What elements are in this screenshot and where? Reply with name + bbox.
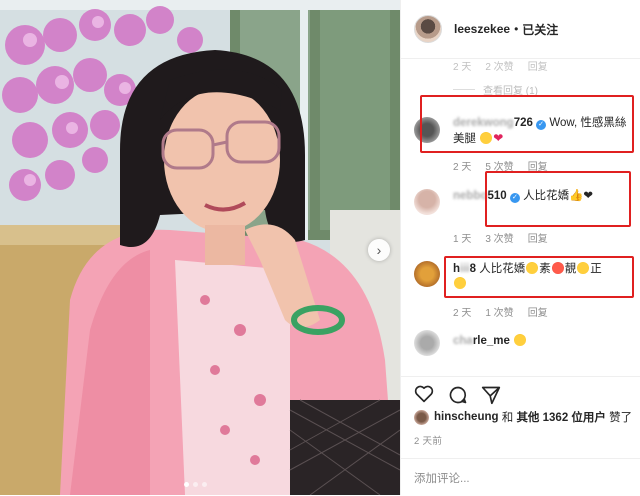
comment-bubble-icon[interactable] bbox=[448, 385, 468, 405]
comment-meta-previous: 2 天 2 次赞 回复 bbox=[453, 58, 548, 73]
chevron-right-icon: › bbox=[376, 242, 382, 258]
comment-time: 2 天 bbox=[453, 62, 472, 73]
add-comment-bar[interactable]: 添加评论... bbox=[401, 458, 640, 496]
commenter-avatar[interactable] bbox=[414, 189, 440, 215]
heart-eyes-emoji-icon bbox=[514, 334, 527, 346]
likes-suffix: 赞了 bbox=[609, 412, 633, 424]
likes-others[interactable]: 其他 1362 位用户 bbox=[516, 409, 605, 425]
liker-avatar[interactable] bbox=[414, 409, 429, 425]
post-photo: › bbox=[0, 0, 400, 495]
comment-likes[interactable]: 2 次赞 bbox=[485, 58, 513, 73]
replies-divider bbox=[453, 89, 475, 90]
comment-time: 2 天 bbox=[453, 308, 472, 319]
highlight-box bbox=[485, 171, 631, 227]
commenter-avatar[interactable] bbox=[414, 261, 440, 287]
header-separator: • bbox=[514, 22, 519, 36]
comment-reply[interactable]: 回复 bbox=[528, 304, 548, 319]
liker-username[interactable]: hinscheung bbox=[434, 411, 499, 423]
carousel-dot-3 bbox=[202, 482, 207, 487]
post-actions-bar bbox=[401, 376, 640, 405]
post-side-panel: leeszekee • 已关注 2 天 2 次赞 回复 查看回复 (1) der… bbox=[400, 0, 640, 495]
commenter-name-tail[interactable]: rle_me bbox=[473, 335, 510, 347]
add-comment-input[interactable]: 添加评论... bbox=[414, 470, 470, 486]
carousel-dot-2 bbox=[193, 482, 198, 487]
comment-item: charle_me bbox=[453, 334, 633, 349]
likes-connector: 和 bbox=[501, 412, 514, 424]
comment-reply[interactable]: 回复 bbox=[528, 230, 548, 245]
post-timestamp[interactable]: 2 天前 bbox=[414, 433, 442, 447]
comment-time: 1 天 bbox=[453, 234, 472, 245]
carousel-dot-1 bbox=[184, 482, 189, 487]
comment-meta: 2 天 1 次赞 回复 bbox=[453, 304, 548, 319]
paper-plane-icon[interactable] bbox=[481, 385, 501, 405]
comment-likes[interactable]: 1 次赞 bbox=[485, 304, 513, 319]
comment-reply[interactable]: 回复 bbox=[528, 58, 548, 73]
comment-time: 2 天 bbox=[453, 162, 472, 173]
highlight-box bbox=[444, 256, 634, 298]
likes-summary: hinscheung 和 其他 1362 位用户 赞了 bbox=[414, 409, 632, 425]
author-username[interactable]: leeszekee bbox=[454, 22, 510, 36]
follow-status-button[interactable]: 已关注 bbox=[522, 21, 558, 38]
heart-outline-icon[interactable] bbox=[414, 385, 434, 403]
commenter-avatar[interactable] bbox=[414, 330, 440, 356]
next-image-button[interactable]: › bbox=[368, 239, 390, 261]
comment-meta: 1 天 3 次赞 回复 bbox=[453, 230, 548, 245]
carousel-indicator bbox=[184, 482, 207, 487]
post-header: leeszekee • 已关注 bbox=[401, 0, 640, 59]
author-avatar[interactable] bbox=[414, 15, 442, 43]
comments-list[interactable]: 2 天 2 次赞 回复 查看回复 (1) derekwong726 ✓ Wow,… bbox=[401, 58, 640, 376]
highlight-box bbox=[420, 95, 634, 153]
portrait-illustration bbox=[0, 0, 400, 495]
comment-likes[interactable]: 3 次赞 bbox=[485, 230, 513, 245]
commenter-name-redacted: nebbo bbox=[453, 190, 488, 202]
commenter-name-redacted: cha bbox=[453, 335, 473, 347]
